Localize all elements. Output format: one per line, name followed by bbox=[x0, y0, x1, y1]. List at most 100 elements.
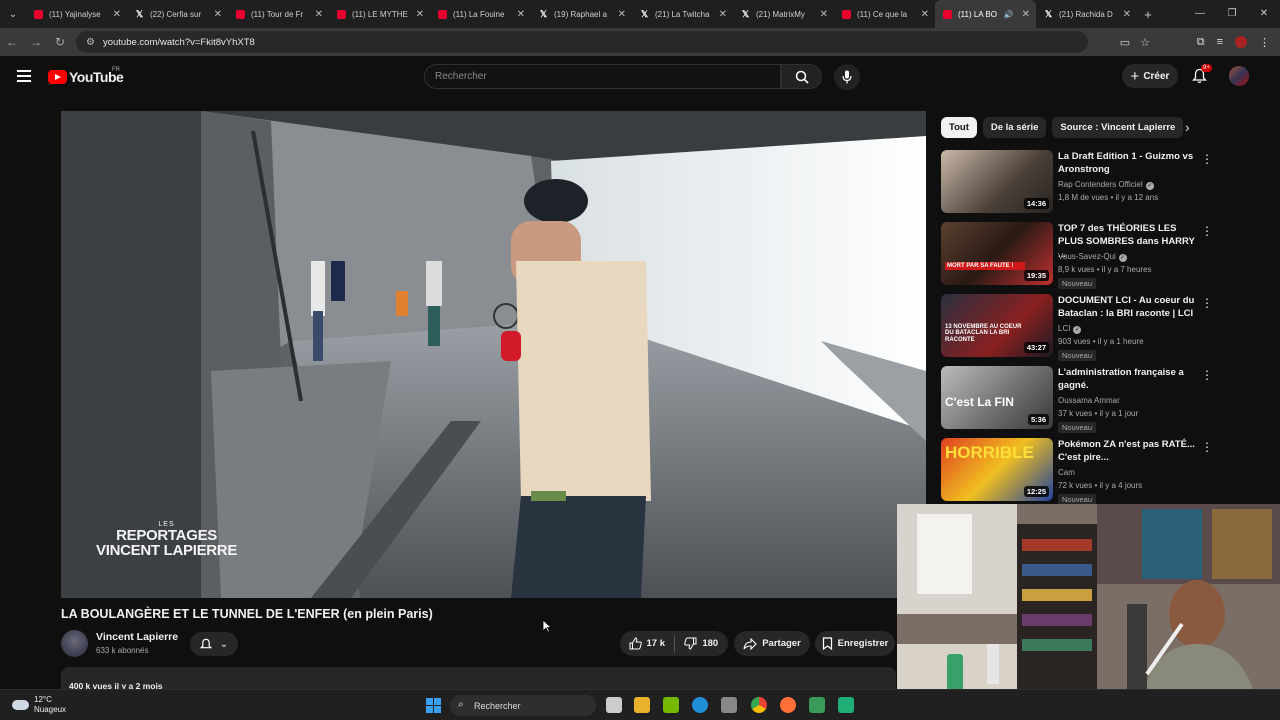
weather-widget[interactable]: 12°C Nuageux bbox=[12, 695, 66, 715]
tab-close-icon[interactable]: ✕ bbox=[921, 9, 929, 20]
store-icon[interactable] bbox=[721, 697, 737, 713]
address-bar[interactable]: ⚙ youtube.com/watch?v=Fkit8vYhXT8 bbox=[76, 31, 1088, 53]
media-control-icon[interactable]: ≡ bbox=[1217, 36, 1223, 48]
channel-name[interactable]: Vincent Lapierre bbox=[96, 631, 178, 643]
close-window-button[interactable]: ✕ bbox=[1248, 0, 1280, 28]
recommended-video[interactable]: 13 NOVEMBRE AU COEUR DU BATACLAN LA BRI … bbox=[941, 294, 1213, 361]
minimize-button[interactable]: — bbox=[1184, 0, 1216, 28]
channel-name[interactable]: Vous-Savez-Qui ✓ bbox=[1058, 252, 1127, 262]
more-options-icon[interactable]: ⋮ bbox=[1201, 440, 1213, 454]
video-title[interactable]: L'administration française a gagné. bbox=[1058, 366, 1195, 392]
menu-kebab-icon[interactable]: ⋮ bbox=[1259, 36, 1270, 49]
recommended-video[interactable]: C'est La FIN 5:36 L'administration françai… bbox=[941, 366, 1213, 433]
browser-tab[interactable]: (11) LA BO 🔊 ✕ bbox=[935, 0, 1036, 28]
search-button[interactable] bbox=[781, 64, 822, 89]
browser-tab[interactable]: 𝕏 (19) Raphael a ✕ bbox=[531, 0, 632, 28]
notifications-button[interactable]: 9+ bbox=[1191, 64, 1212, 89]
account-avatar[interactable] bbox=[1229, 66, 1249, 86]
search-input[interactable]: Rechercher bbox=[424, 64, 781, 89]
browser-tab-strip: ⌄ (11) Yajinalyse ✕ 𝕏 (22) Cerfia sur ✕ (11) … bbox=[0, 0, 1280, 28]
chrome-icon[interactable] bbox=[751, 697, 767, 713]
recommended-video[interactable]: 14:36 La Draft Edition 1 - Guizmo vs Aron… bbox=[941, 150, 1213, 216]
video-thumbnail[interactable]: HORRIBLE 12:25 bbox=[941, 438, 1053, 501]
audio-playing-icon[interactable]: 🔊 bbox=[1004, 10, 1014, 19]
filter-chip[interactable]: Tout bbox=[941, 117, 977, 138]
site-info-icon[interactable]: ⚙ bbox=[86, 37, 95, 48]
filter-chip[interactable]: Source : Vincent Lapierre bbox=[1052, 117, 1184, 138]
extensions-icon[interactable]: ⧉ bbox=[1197, 36, 1205, 49]
tab-close-icon[interactable]: ✕ bbox=[416, 9, 424, 20]
more-options-icon[interactable]: ⋮ bbox=[1201, 296, 1213, 310]
subscription-bell-button[interactable]: ⌄ bbox=[190, 632, 238, 656]
recommended-video[interactable]: MORT PAR SA FAUTE ! 19:35 TOP 7 des THÉORI… bbox=[941, 222, 1213, 289]
browser-tab[interactable]: 𝕏 (21) La Twitcha ✕ bbox=[632, 0, 733, 28]
guide-menu-icon[interactable] bbox=[17, 70, 31, 85]
more-options-icon[interactable]: ⋮ bbox=[1201, 152, 1213, 166]
tab-close-icon[interactable]: ✕ bbox=[315, 9, 323, 20]
browser-tab[interactable]: (11) La Fouine ✕ bbox=[430, 0, 531, 28]
nvidia-icon[interactable] bbox=[663, 697, 679, 713]
channel-name[interactable]: Rap Contenders Officiel ✓ bbox=[1058, 180, 1154, 190]
channel-name[interactable]: Cam bbox=[1058, 468, 1075, 477]
channel-name[interactable]: Oussama Ammar bbox=[1058, 396, 1120, 405]
voice-search-button[interactable] bbox=[834, 64, 860, 90]
filter-chip[interactable]: De la série bbox=[982, 117, 1047, 138]
windows-start-icon[interactable] bbox=[426, 698, 441, 713]
chevron-right-icon[interactable]: › bbox=[1185, 119, 1190, 135]
browser-tab[interactable]: 𝕏 (21) Rachida D ✕ bbox=[1036, 0, 1137, 28]
webcam-frame bbox=[897, 504, 1280, 720]
dislike-button[interactable]: 180 bbox=[675, 637, 729, 650]
cast-icon[interactable]: ▭ bbox=[1120, 36, 1130, 49]
channel-avatar[interactable] bbox=[61, 630, 88, 657]
video-title[interactable]: DOCUMENT LCI - Au coeur du Bataclan : la… bbox=[1058, 294, 1195, 320]
video-player[interactable]: LES REPORTAGES VINCENT LAPIERRE bbox=[61, 111, 926, 598]
reload-button[interactable]: ↻ bbox=[48, 35, 72, 49]
tab-close-icon[interactable]: ✕ bbox=[214, 9, 222, 20]
more-options-icon[interactable]: ⋮ bbox=[1201, 368, 1213, 382]
save-button[interactable]: Enregistrer bbox=[815, 631, 895, 656]
maximize-button[interactable]: ❐ bbox=[1216, 0, 1248, 28]
tab-close-icon[interactable]: ✕ bbox=[820, 9, 828, 20]
more-options-icon[interactable]: ⋮ bbox=[1201, 224, 1213, 238]
back-button[interactable]: ← bbox=[0, 35, 24, 49]
channel-name[interactable]: LCI ✓ bbox=[1058, 324, 1082, 334]
video-thumbnail[interactable]: C'est La FIN 5:36 bbox=[941, 366, 1053, 429]
taskbar-search[interactable]: ⌕ Rechercher bbox=[450, 695, 596, 716]
edge-icon[interactable] bbox=[692, 697, 708, 713]
tab-close-icon[interactable]: ✕ bbox=[113, 9, 121, 20]
video-thumbnail[interactable]: 13 NOVEMBRE AU COEUR DU BATACLAN LA BRI … bbox=[941, 294, 1053, 357]
tab-close-icon[interactable]: ✕ bbox=[719, 9, 727, 20]
file-explorer-icon[interactable] bbox=[634, 697, 650, 713]
forward-button[interactable]: → bbox=[24, 35, 48, 49]
tab-close-icon[interactable]: ✕ bbox=[1123, 9, 1131, 20]
video-title[interactable]: Pokémon ZA n'est pas RATÉ... C'est pire.… bbox=[1058, 438, 1195, 464]
tab-close-icon[interactable]: ✕ bbox=[1022, 9, 1030, 20]
browser-tab[interactable]: (11) Tour de Fr ✕ bbox=[228, 0, 329, 28]
tab-search-button[interactable]: ⌄ bbox=[0, 0, 26, 28]
app-icon[interactable] bbox=[838, 697, 854, 713]
firefox-icon[interactable] bbox=[780, 697, 796, 713]
browser-tab[interactable]: (11) Yajinalyse ✕ bbox=[26, 0, 127, 28]
recommended-video[interactable]: HORRIBLE 12:25 Pokémon ZA n'est pas RATÉ..… bbox=[941, 438, 1213, 505]
thumbnail-text: MORT PAR SA FAUTE ! bbox=[945, 262, 1025, 271]
video-thumbnail[interactable]: MORT PAR SA FAUTE ! 19:35 bbox=[941, 222, 1053, 285]
browser-tab[interactable]: 𝕏 (21) MatrixMy ✕ bbox=[733, 0, 834, 28]
x-icon: 𝕏 bbox=[1044, 8, 1053, 19]
browser-tab[interactable]: 𝕏 (22) Cerfia sur ✕ bbox=[127, 0, 228, 28]
tab-close-icon[interactable]: ✕ bbox=[517, 9, 525, 20]
bookmark-star-icon[interactable]: ☆ bbox=[1140, 36, 1150, 49]
video-title[interactable]: La Draft Edition 1 - Guizmo vs Aronstron… bbox=[1058, 150, 1195, 176]
app-icon[interactable] bbox=[809, 697, 825, 713]
tab-close-icon[interactable]: ✕ bbox=[618, 9, 626, 20]
video-thumbnail[interactable]: 14:36 bbox=[941, 150, 1053, 213]
create-button[interactable]: + Créer bbox=[1122, 64, 1178, 88]
profile-icon[interactable] bbox=[1235, 36, 1247, 48]
share-button[interactable]: Partager bbox=[734, 631, 810, 656]
browser-tab[interactable]: (11) LE MYTHE ✕ bbox=[329, 0, 430, 28]
task-view-icon[interactable] bbox=[606, 697, 622, 713]
youtube-logo[interactable]: YouTube FR bbox=[48, 67, 124, 85]
youtube-icon bbox=[842, 9, 851, 19]
new-tab-button[interactable]: + bbox=[1137, 7, 1159, 22]
browser-tab[interactable]: (11) Ce que la ✕ bbox=[834, 0, 935, 28]
like-button[interactable]: 17 k bbox=[620, 637, 674, 650]
